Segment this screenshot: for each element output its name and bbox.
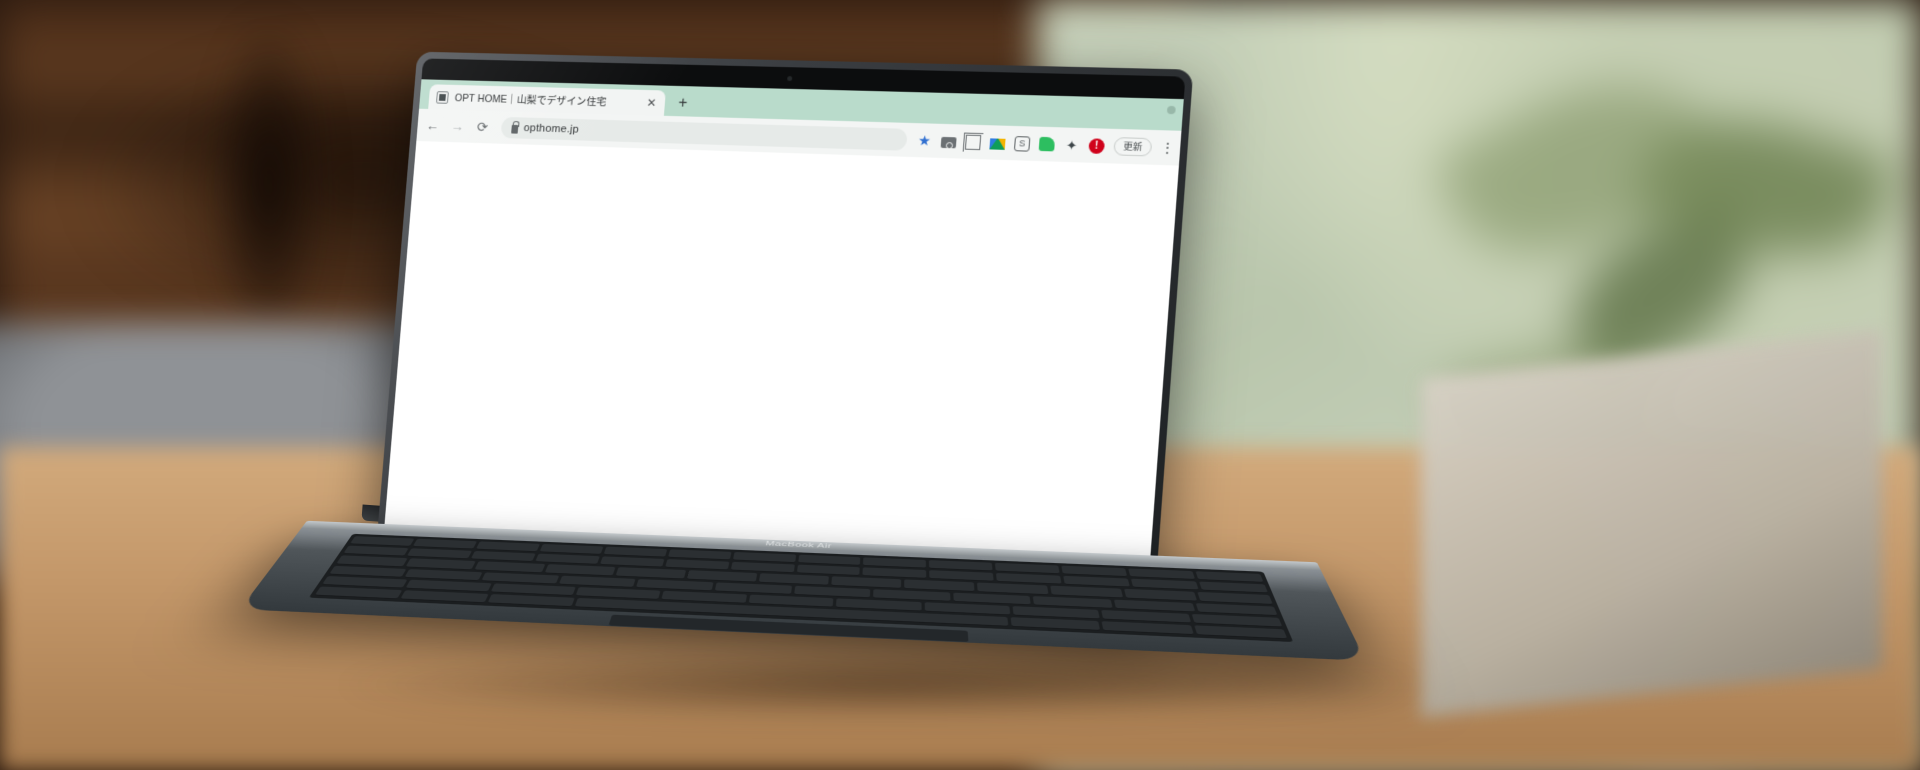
- new-tab-button[interactable]: +: [678, 95, 688, 112]
- webcam: [787, 75, 793, 82]
- shelf-object: [1115, 164, 1133, 166]
- bookmark-star-icon[interactable]: ★: [916, 132, 932, 148]
- window-control-dot[interactable]: [1166, 105, 1176, 115]
- camera-icon[interactable]: [940, 136, 957, 148]
- shelf-object: [1099, 164, 1118, 165]
- board-item: [861, 156, 895, 158]
- crop-icon[interactable]: [964, 134, 982, 150]
- board-item: [843, 155, 869, 157]
- board-item: [892, 157, 918, 159]
- address-bar[interactable]: opthome.jp: [500, 116, 908, 151]
- reload-icon[interactable]: ⟳: [474, 119, 491, 135]
- shelf-object: [1049, 162, 1066, 163]
- shelf-object: [1047, 162, 1064, 163]
- site-favicon: [436, 90, 449, 104]
- shelf-object: [1073, 163, 1095, 164]
- profile-avatar[interactable]: !: [1088, 137, 1106, 154]
- extensions-puzzle-icon[interactable]: ✦: [1063, 137, 1080, 153]
- url-text: opthome.jp: [523, 122, 580, 136]
- macbook-air-laptop: OPT HOME｜山梨でデザイン住宅 ✕ + ← → ⟳ opthome.jp …: [239, 51, 1366, 695]
- evernote-icon[interactable]: [1038, 136, 1056, 152]
- forward-icon[interactable]: →: [449, 118, 466, 134]
- screen-bezel: OPT HOME｜山梨でデザイン住宅 ✕ + ← → ⟳ opthome.jp …: [382, 58, 1186, 601]
- laptop-screen-lid: OPT HOME｜山梨でデザイン住宅 ✕ + ← → ⟳ opthome.jp …: [375, 51, 1194, 611]
- shelf-object: [1123, 164, 1139, 166]
- shelf-object: [1083, 163, 1100, 165]
- shelf-object: [1060, 162, 1079, 164]
- photo-scene: OPT HOME｜山梨でデザイン住宅 ✕ + ← → ⟳ opthome.jp …: [0, 0, 1920, 770]
- screen-content: OPT HOME｜山梨でデザイン住宅 ✕ + ← → ⟳ opthome.jp …: [382, 79, 1184, 601]
- laptop-base: MacBook Air: [239, 520, 1366, 661]
- stone-slab: [1420, 329, 1882, 718]
- screenshot-icon[interactable]: [1013, 135, 1031, 152]
- update-button[interactable]: 更新: [1113, 137, 1153, 157]
- blurred-bottle-object: [211, 15, 327, 324]
- lock-icon: [511, 124, 519, 134]
- back-icon[interactable]: ←: [424, 118, 441, 134]
- google-drive-icon[interactable]: [989, 137, 1006, 150]
- tab-title: OPT HOME｜山梨でデザイン住宅: [454, 92, 607, 108]
- board-item: [889, 157, 919, 159]
- extension-icons: ★ ✦ ! 更新 ⋮: [916, 131, 1175, 157]
- board-item: [840, 155, 872, 157]
- close-icon[interactable]: ✕: [645, 96, 657, 110]
- chrome-menu-icon[interactable]: ⋮: [1161, 140, 1175, 156]
